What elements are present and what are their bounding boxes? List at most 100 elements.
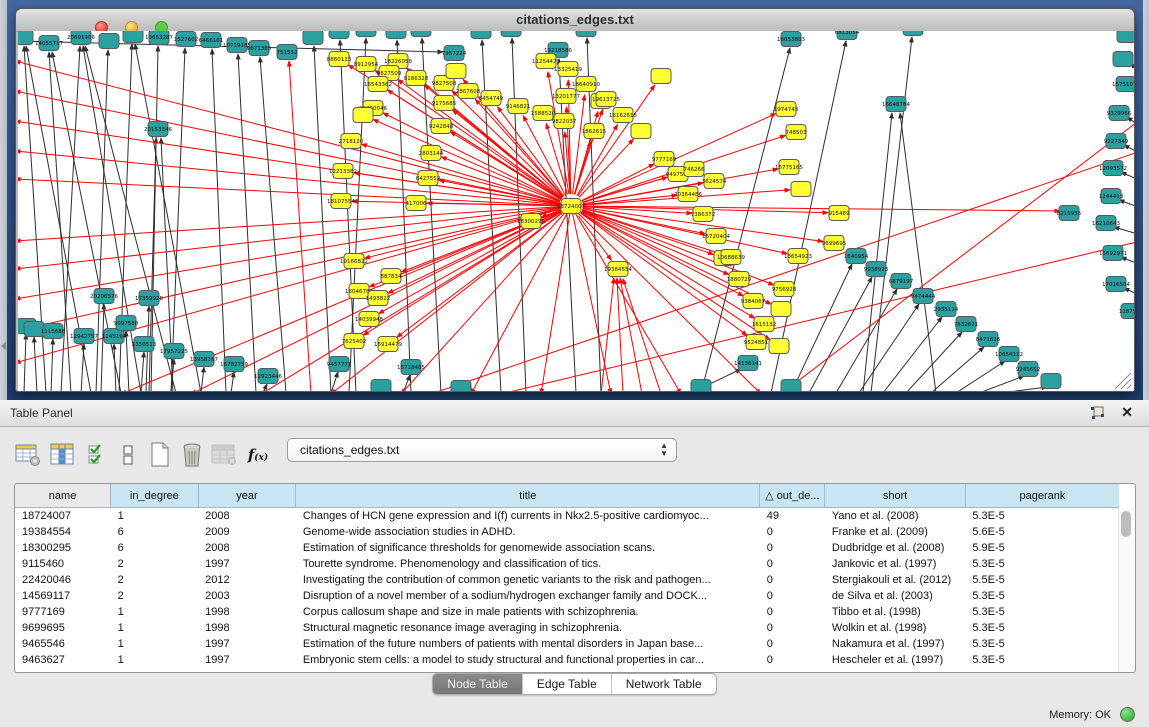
graph-node[interactable]: 13958167	[190, 352, 218, 367]
table-row[interactable]: 1456911722003Disruption of a novel membe…	[15, 588, 1119, 604]
graph-node[interactable]	[791, 182, 811, 197]
graph-node[interactable]	[631, 124, 651, 139]
graph-node[interactable]: 18724007	[557, 199, 585, 214]
graph-node[interactable]	[771, 302, 791, 317]
graph-node[interactable]: 2867608	[456, 84, 481, 99]
graph-node[interactable]: 9175685	[432, 96, 457, 111]
graph-node[interactable]	[769, 339, 789, 354]
table-scrollbar[interactable]	[1118, 508, 1134, 672]
graph-node[interactable]: 17016504	[1102, 277, 1130, 292]
graph-node[interactable]: 8454749	[479, 91, 504, 106]
graph-node[interactable]: 18107554	[327, 194, 355, 209]
window-titlebar[interactable]: citations_edges.txt	[16, 9, 1134, 32]
resize-grip[interactable]	[1115, 373, 1131, 389]
graph-node[interactable]: 9474444	[911, 289, 936, 304]
graph-node[interactable]: 14136141	[734, 356, 762, 371]
graph-node[interactable]: 16782759	[220, 357, 248, 372]
close-panel-icon[interactable]: ✕	[1121, 404, 1133, 421]
graph-node[interactable]: 1244413	[1099, 189, 1124, 204]
graph-node[interactable]	[99, 34, 119, 49]
graph-node[interactable]: 7632621	[954, 317, 979, 332]
graph-node[interactable]: 751552	[277, 45, 298, 60]
row-height-button[interactable]	[114, 441, 142, 469]
column-header[interactable]: in_degree	[111, 484, 199, 508]
graph-node[interactable]	[781, 380, 801, 392]
graph-node[interactable]	[1113, 52, 1133, 67]
table-row[interactable]: 946362711997Embryonic stem cells: a mode…	[15, 652, 1119, 668]
graph-node[interactable]: 9938923	[864, 262, 889, 277]
graph-node[interactable]: 19613725	[592, 92, 620, 107]
table-scrollbar-thumb[interactable]	[1121, 511, 1131, 537]
graph-node[interactable]: 1640954	[844, 249, 869, 264]
row-select-button[interactable]	[84, 441, 112, 469]
graph-node[interactable]: 13654923	[784, 249, 812, 264]
network-view[interactable]: 1405571720691406106532871527602646616110…	[18, 31, 1134, 391]
table-row[interactable]: 1938455462009Genome-wide association stu…	[15, 524, 1119, 540]
graph-node[interactable]: 6879197	[889, 274, 914, 289]
graph-node[interactable]: 9242848	[429, 119, 454, 134]
graph-node[interactable]: 887834	[381, 269, 402, 284]
table-row[interactable]: 969969511998Structural magnetic resonanc…	[15, 620, 1119, 636]
graph-node[interactable]: 17359928	[135, 291, 163, 306]
graph-node[interactable]: 2935114	[934, 302, 959, 317]
function-builder-button[interactable]: f(x)	[244, 441, 272, 469]
table-row[interactable]: 977716911998Corpus callosum shape and si…	[15, 604, 1119, 620]
graph-node[interactable]: 7957224	[442, 46, 467, 61]
graph-node[interactable]	[903, 31, 923, 36]
graph-node[interactable]: 417006	[406, 196, 427, 211]
graph-node[interactable]	[651, 69, 671, 84]
graph-node[interactable]	[356, 31, 376, 37]
graph-node[interactable]: 16210643	[1092, 216, 1120, 231]
graph-node[interactable]	[329, 31, 349, 39]
graph-node[interactable]: 15692971	[1099, 246, 1127, 261]
graph-node[interactable]: 9671385	[247, 41, 272, 56]
graph-node[interactable]	[123, 31, 143, 43]
graph-node[interactable]	[451, 381, 471, 392]
graph-node[interactable]: 15751074	[1112, 77, 1134, 92]
graph-node[interactable]: 14039948	[355, 312, 383, 327]
graph-node[interactable]: 18640910	[572, 77, 600, 92]
graph-node[interactable]: 15718485	[397, 360, 425, 375]
graph-node[interactable]: 9097588	[114, 316, 139, 331]
graph-node[interactable]: 1527602	[174, 32, 199, 47]
graph-node[interactable]: 8427552	[416, 171, 441, 186]
graph-node[interactable]: 11254479	[532, 54, 560, 69]
graph-node[interactable]: 9146821	[506, 99, 531, 114]
graph-node[interactable]: 12923446	[254, 369, 282, 384]
graph-node[interactable]: 8860123	[327, 52, 352, 67]
table-row[interactable]: 1830029562008Estimation of significance …	[15, 540, 1119, 556]
graph-node[interactable]: 12942757	[70, 329, 98, 344]
graph-node[interactable]: 9822037	[552, 114, 577, 129]
graph-node[interactable]: 19384554	[604, 262, 632, 277]
graph-node[interactable]: 9384067	[741, 294, 766, 309]
float-panel-icon[interactable]	[1090, 406, 1105, 421]
graph-node[interactable]: 14055717	[35, 36, 63, 51]
graph-node[interactable]: 748503	[786, 125, 807, 140]
graph-node[interactable]: 16720404	[702, 229, 730, 244]
delete-table-button[interactable]	[178, 441, 206, 469]
graph-node[interactable]: 9227349	[1104, 134, 1129, 149]
graph-node[interactable]: 10688639	[717, 250, 745, 265]
graph-node[interactable]: 12213382	[329, 164, 357, 179]
graph-node[interactable]: 17957225	[160, 344, 188, 359]
graph-node[interactable]: 10653287	[145, 31, 173, 45]
graph-node[interactable]: 20364486	[674, 187, 702, 202]
graph-node[interactable]: 15775165	[775, 160, 803, 175]
graph-node[interactable]: 20153346	[144, 122, 172, 137]
graph-node[interactable]: 3624574	[702, 174, 727, 189]
graph-node[interactable]: 1862615	[582, 124, 607, 139]
column-header[interactable]: title	[296, 484, 760, 508]
tab-edge-table[interactable]: Edge Table	[523, 674, 612, 694]
graph-node[interactable]	[1041, 374, 1061, 389]
graph-node[interactable]: 915469	[829, 206, 850, 221]
column-header[interactable]: △ out_de...	[760, 484, 825, 508]
table-row[interactable]: 911546021997Tourette syndrome. Phenomeno…	[15, 556, 1119, 572]
graph-node[interactable]: 18300295	[517, 214, 545, 229]
column-header[interactable]: name	[15, 484, 111, 508]
graph-node[interactable]: 8186328	[404, 71, 429, 86]
graph-node[interactable]: 9457771	[327, 357, 352, 372]
graph-node[interactable]: 9245652	[1016, 362, 1041, 377]
graph-node[interactable]: 13201777	[552, 89, 580, 104]
graph-node[interactable]: 12093572	[1099, 161, 1127, 176]
graph-node[interactable]	[371, 380, 391, 392]
